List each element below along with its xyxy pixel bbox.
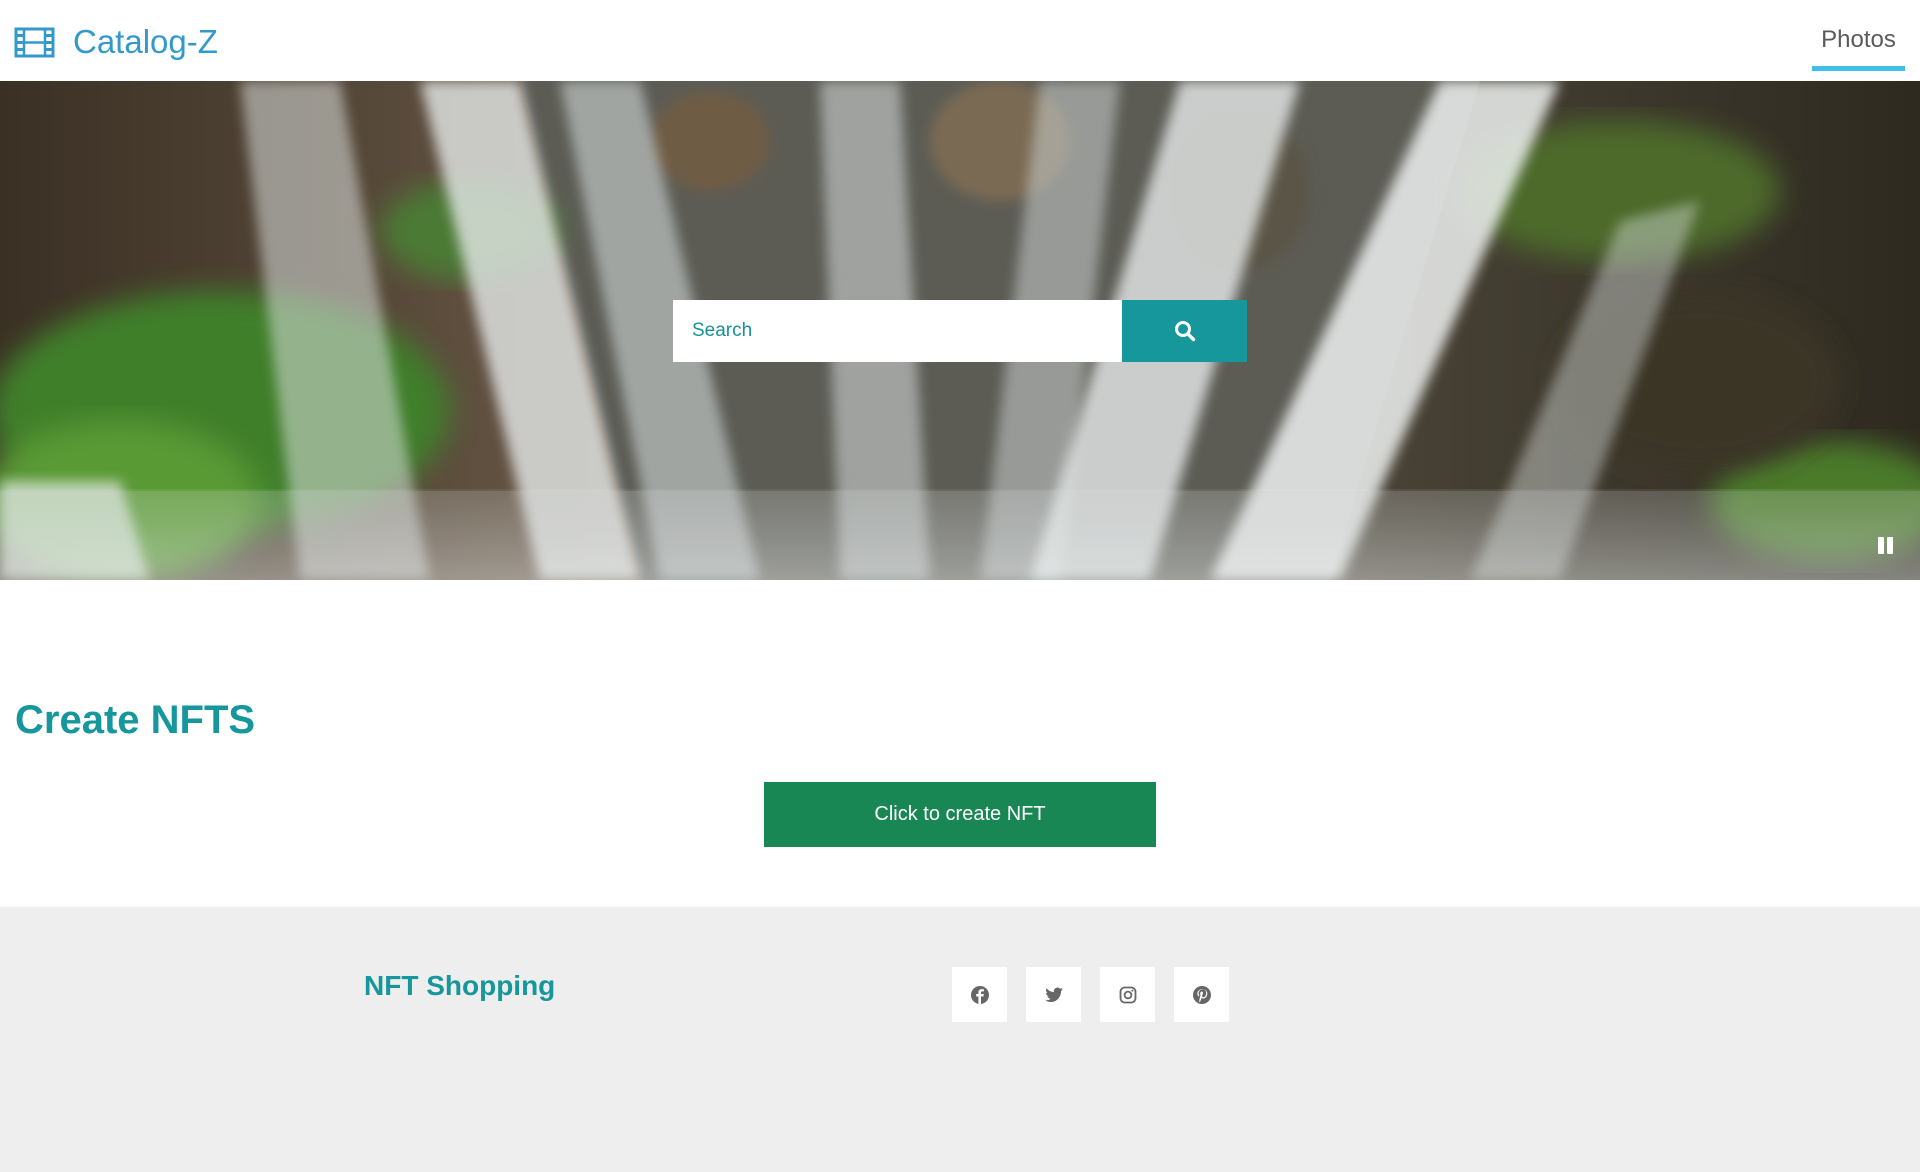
facebook-icon [970,985,989,1004]
active-nav-indicator [1812,66,1905,71]
film-icon [14,27,55,57]
nav-link-photos[interactable]: Photos [1812,22,1905,71]
search-input[interactable] [673,300,1122,362]
create-nft-button[interactable]: Click to create NFT [764,782,1156,847]
instagram-link[interactable] [1100,967,1155,1022]
instagram-icon [1119,986,1136,1003]
pinterest-icon [1192,985,1211,1004]
search-form [673,300,1247,362]
nav-link-label: Photos [1821,26,1896,53]
social-links [952,967,1248,1022]
pause-icon [1878,537,1893,554]
footer-title: NFT Shopping [364,970,556,1001]
pinterest-link[interactable] [1174,967,1229,1022]
video-pause-button[interactable] [1876,536,1896,556]
search-button[interactable] [1122,300,1247,362]
twitter-link[interactable] [1026,967,1081,1022]
facebook-link[interactable] [952,967,1007,1022]
search-icon [1174,321,1195,342]
brand-name: Catalog-Z [73,23,218,60]
page-title: Create NFTS [15,698,256,742]
brand-link[interactable]: Catalog-Z [14,20,218,64]
footer: NFT Shopping [0,907,1920,1172]
twitter-icon [1044,987,1063,1002]
navbar: Catalog-Z Photos [0,0,1920,81]
hero-video [0,81,1920,580]
